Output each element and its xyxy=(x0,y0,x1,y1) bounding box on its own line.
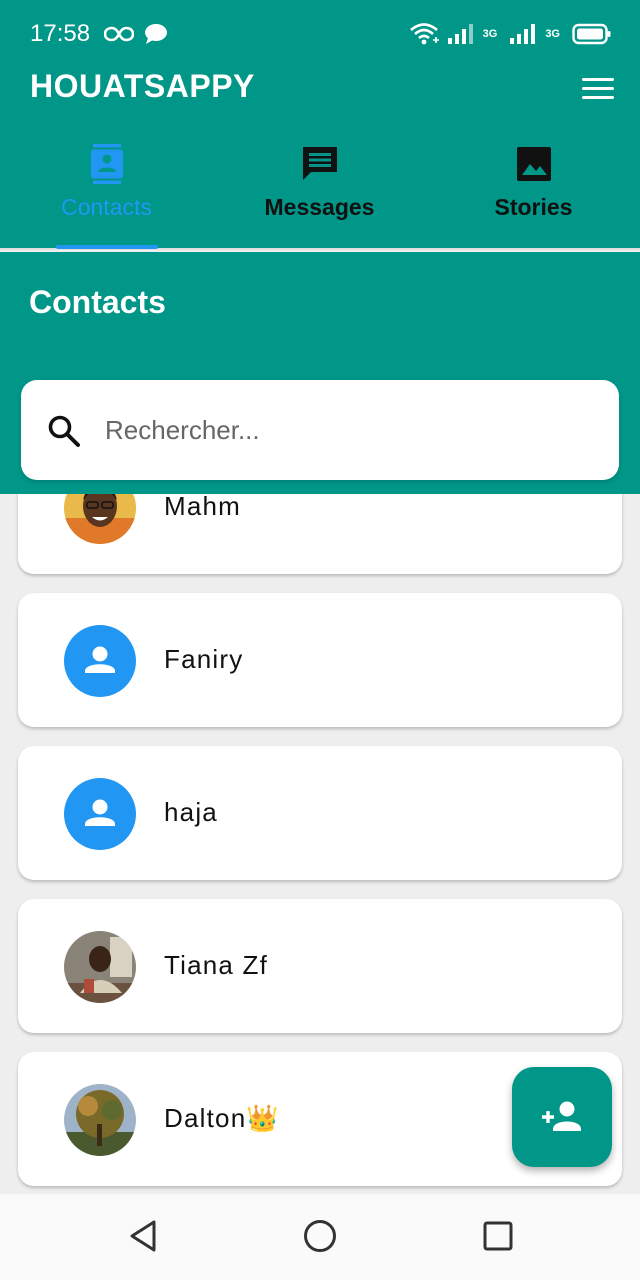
contacts-header: Contacts xyxy=(0,252,640,494)
status-bar: 17:58 3G 3G xyxy=(0,0,640,64)
tab-label: Stories xyxy=(494,194,573,220)
contact-card[interactable]: Mahm xyxy=(18,494,622,574)
network-type-label: 3G xyxy=(545,28,560,40)
tab-messages[interactable]: Messages xyxy=(213,114,426,248)
message-icon xyxy=(302,147,337,180)
back-triangle-icon[interactable] xyxy=(124,1216,164,1256)
app-title: HOUATSAPPY xyxy=(30,68,255,104)
battery-icon xyxy=(572,23,611,45)
tab-label: Messages xyxy=(264,194,375,220)
status-left-icons xyxy=(104,20,168,48)
tab-label: Contacts xyxy=(61,194,152,220)
system-nav-bar xyxy=(0,1194,640,1280)
recents-square-icon[interactable] xyxy=(478,1216,518,1256)
tab-contacts[interactable]: Contacts xyxy=(0,114,213,249)
add-contact-button[interactable] xyxy=(512,1067,612,1167)
contact-card[interactable]: Tiana Zf xyxy=(18,899,622,1033)
search-box xyxy=(21,380,619,480)
contact-avatar-photo xyxy=(64,1084,136,1156)
contact-name: haja xyxy=(164,797,218,827)
contact-avatar-photo xyxy=(64,494,136,544)
image-icon xyxy=(516,147,551,181)
infinity-icon xyxy=(104,26,134,42)
contact-name: Faniry xyxy=(164,644,244,674)
network-type-label: 3G xyxy=(482,28,498,40)
contact-card[interactable]: Faniry xyxy=(18,593,622,727)
home-circle-icon[interactable] xyxy=(300,1216,340,1256)
search-icon xyxy=(48,415,80,447)
page-title: Contacts xyxy=(29,284,166,320)
contact-name: Tiana Zf xyxy=(164,950,269,980)
app-bar: HOUATSAPPY xyxy=(0,64,640,114)
chat-bubble-icon xyxy=(145,24,167,44)
status-right-icons: 3G 3G xyxy=(409,20,612,48)
signal-icon xyxy=(510,24,536,44)
tab-stories[interactable]: Stories xyxy=(427,114,640,248)
contact-name: Mahm xyxy=(164,494,242,521)
signal-icon xyxy=(447,24,473,44)
contact-card[interactable]: haja xyxy=(18,746,622,880)
generic-person-icon xyxy=(64,778,136,850)
active-tab-indicator xyxy=(56,245,158,249)
contacts-book-icon xyxy=(90,144,123,184)
add-person-icon xyxy=(542,1101,581,1131)
search-input[interactable] xyxy=(105,406,585,454)
generic-person-icon xyxy=(64,625,136,697)
wifi-icon xyxy=(409,23,439,45)
status-time: 17:58 xyxy=(30,20,91,47)
tab-bar: Contacts Messages Stories xyxy=(0,114,640,250)
contact-avatar-photo xyxy=(64,931,136,1003)
contact-name: Dalton👑 xyxy=(164,1103,280,1133)
hamburger-menu-icon[interactable] xyxy=(582,78,614,100)
